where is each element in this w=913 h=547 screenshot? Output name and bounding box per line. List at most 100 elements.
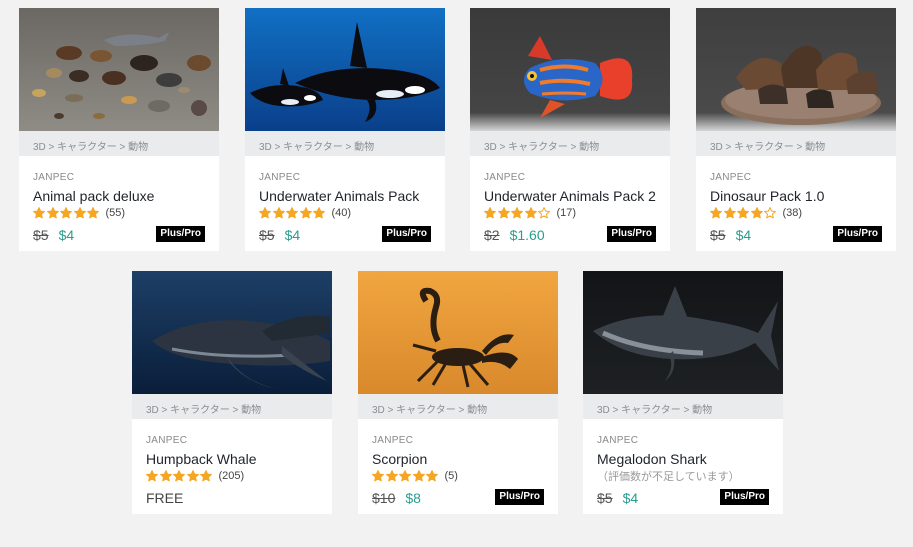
scorpion-thumbnail <box>358 271 558 394</box>
original-price: $2 <box>484 227 500 243</box>
star-filled-icon <box>272 207 285 219</box>
star-rating <box>372 470 440 482</box>
asset-card-underwater-animals-pack[interactable]: 3D > キャラクター > 動物 JANPEC Underwater Anima… <box>245 8 445 251</box>
star-filled-icon <box>73 207 86 219</box>
star-filled-icon <box>511 207 523 219</box>
original-price: $5 <box>33 227 49 243</box>
mandarinfish-thumbnail <box>470 8 670 131</box>
humpback-whale-thumbnail <box>132 271 332 394</box>
category-breadcrumb[interactable]: 3D > キャラクター > 動物 <box>132 394 332 419</box>
publisher-name[interactable]: JANPEC <box>146 435 187 446</box>
star-outline-icon <box>764 207 776 219</box>
star-filled-icon <box>87 207 99 219</box>
star-filled-icon <box>385 470 398 482</box>
star-filled-icon <box>286 207 298 219</box>
price: FREE <box>146 490 183 506</box>
star-filled-icon <box>299 207 312 219</box>
publisher-name[interactable]: JANPEC <box>259 172 300 183</box>
rating: (5) <box>372 469 458 483</box>
asset-title[interactable]: Underwater Animals Pack <box>259 188 419 204</box>
thumbnail-image[interactable] <box>470 8 670 131</box>
publisher-name[interactable]: JANPEC <box>597 435 638 446</box>
thumbnail-image[interactable] <box>132 271 332 394</box>
category-breadcrumb[interactable]: 3D > キャラクター > 動物 <box>583 394 783 419</box>
star-filled-icon <box>723 207 736 219</box>
price: $5 $4 <box>597 490 638 506</box>
asset-title[interactable]: Animal pack deluxe <box>33 188 154 204</box>
star-filled-icon <box>737 207 749 219</box>
plus-pro-badge: Plus/Pro <box>495 489 544 505</box>
megalodon-thumbnail <box>583 271 783 394</box>
original-price: $5 <box>710 227 726 243</box>
category-breadcrumb[interactable]: 3D > キャラクター > 動物 <box>470 131 670 156</box>
star-filled-icon <box>60 207 72 219</box>
asset-title[interactable]: Humpback Whale <box>146 451 257 467</box>
orca-thumbnail <box>245 8 445 131</box>
sale-price: $4 <box>58 227 75 243</box>
dinosaur-thumbnail <box>696 8 896 131</box>
asset-title[interactable]: Dinosaur Pack 1.0 <box>710 188 824 204</box>
star-filled-icon <box>426 470 438 482</box>
thumbnail-image[interactable] <box>696 8 896 131</box>
plus-pro-badge: Plus/Pro <box>382 226 431 242</box>
star-filled-icon <box>710 207 722 219</box>
rating: (17) <box>484 206 576 220</box>
rating-count: (38) <box>782 207 803 219</box>
star-filled-icon <box>33 207 45 219</box>
publisher-name[interactable]: JANPEC <box>710 172 751 183</box>
star-filled-icon <box>46 207 59 219</box>
star-rating <box>33 207 101 219</box>
sale-price: $4 <box>735 227 752 243</box>
asset-card-humpback-whale[interactable]: 3D > キャラクター > 動物 JANPEC Humpback Whale (… <box>132 271 332 514</box>
asset-title[interactable]: Underwater Animals Pack 2 <box>484 188 656 204</box>
rating-count: (17) <box>556 207 577 219</box>
thumbnail-image[interactable] <box>583 271 783 394</box>
sale-price: $4 <box>284 227 301 243</box>
star-filled-icon <box>372 470 384 482</box>
price: $5 $4 <box>259 227 300 243</box>
rating: (205) <box>146 469 244 483</box>
rating-count: (5) <box>444 470 458 482</box>
asset-card-megalodon-shark[interactable]: 3D > キャラクター > 動物 JANPEC Megalodon Shark … <box>583 271 783 514</box>
star-filled-icon <box>750 207 763 219</box>
thumbnail-image[interactable] <box>245 8 445 131</box>
category-breadcrumb[interactable]: 3D > キャラクター > 動物 <box>19 131 219 156</box>
publisher-name[interactable]: JANPEC <box>33 172 74 183</box>
asset-card-animal-pack-deluxe[interactable]: 3D > キャラクター > 動物 JANPEC Animal pack delu… <box>19 8 219 251</box>
price: $5 $4 <box>33 227 74 243</box>
star-rating <box>710 207 778 219</box>
plus-pro-badge: Plus/Pro <box>720 489 769 505</box>
rating-count: (205) <box>218 470 245 482</box>
animal-pack-thumbnail <box>19 8 219 131</box>
plus-pro-badge: Plus/Pro <box>156 226 205 242</box>
category-breadcrumb[interactable]: 3D > キャラクター > 動物 <box>696 131 896 156</box>
star-filled-icon <box>497 207 510 219</box>
publisher-name[interactable]: JANPEC <box>484 172 525 183</box>
category-breadcrumb[interactable]: 3D > キャラクター > 動物 <box>358 394 558 419</box>
asset-title[interactable]: Scorpion <box>372 451 427 467</box>
plus-pro-badge: Plus/Pro <box>607 226 656 242</box>
category-breadcrumb[interactable]: 3D > キャラクター > 動物 <box>245 131 445 156</box>
price: $2 $1.60 <box>484 227 545 243</box>
asset-title[interactable]: Megalodon Shark <box>597 451 707 467</box>
thumbnail-image[interactable] <box>358 271 558 394</box>
rating-count: (55) <box>105 207 126 219</box>
asset-card-scorpion[interactable]: 3D > キャラクター > 動物 JANPEC Scorpion (5) $10… <box>358 271 558 514</box>
star-rating <box>146 470 214 482</box>
star-filled-icon <box>259 207 271 219</box>
asset-card-underwater-animals-pack-2[interactable]: 3D > キャラクター > 動物 JANPEC Underwater Anima… <box>470 8 670 251</box>
price: $10 $8 <box>372 490 421 506</box>
thumbnail-image[interactable] <box>19 8 219 131</box>
rating: (40) <box>259 206 351 220</box>
insufficient-rating-note: （評価数が不足しています） <box>597 471 740 483</box>
asset-card-dinosaur-pack[interactable]: 3D > キャラクター > 動物 JANPEC Dinosaur Pack 1.… <box>696 8 896 251</box>
star-filled-icon <box>173 470 185 482</box>
star-rating <box>484 207 552 219</box>
star-filled-icon <box>186 470 199 482</box>
star-filled-icon <box>313 207 325 219</box>
free-label: FREE <box>146 490 184 506</box>
original-price: $10 <box>372 490 396 506</box>
star-filled-icon <box>484 207 496 219</box>
rating: (38) <box>710 206 802 220</box>
publisher-name[interactable]: JANPEC <box>372 435 413 446</box>
